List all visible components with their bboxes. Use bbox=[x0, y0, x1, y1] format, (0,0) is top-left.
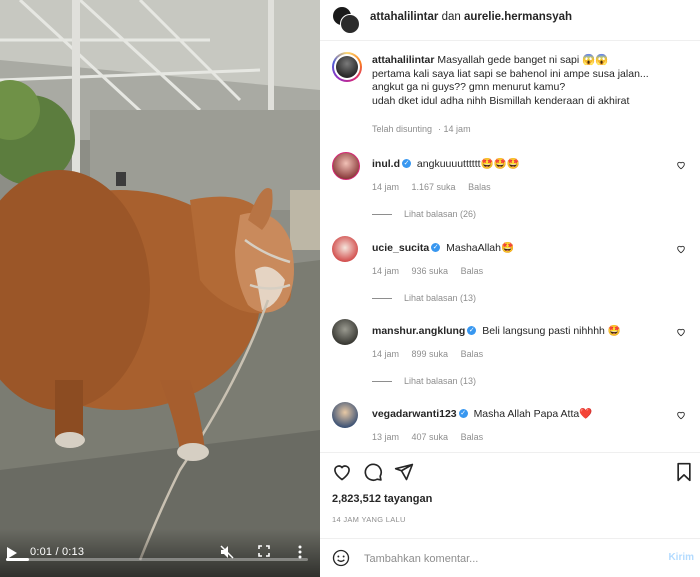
comment-meta: 13 jam 407 suka Balas bbox=[372, 432, 493, 442]
view-replies-button[interactable]: Lihat balasan (13) bbox=[372, 293, 476, 303]
comment-likes[interactable]: 1.167 suka bbox=[412, 182, 456, 192]
view-replies-button[interactable]: Lihat balasan (26) bbox=[372, 209, 476, 219]
verified-badge-icon: ✓ bbox=[402, 159, 411, 169]
video-progress-fill bbox=[6, 558, 30, 561]
comment-likes[interactable]: 936 suka bbox=[412, 266, 449, 276]
send-button[interactable]: Kirim bbox=[668, 552, 694, 563]
comment-likes[interactable]: 407 suka bbox=[412, 432, 449, 442]
video-time: 0:01 / 0:13 bbox=[30, 546, 85, 558]
author-username[interactable]: attahalilintar bbox=[370, 11, 438, 23]
heart-icon[interactable] bbox=[676, 244, 686, 254]
avatar[interactable] bbox=[332, 236, 358, 262]
comment-age[interactable]: 13 jam bbox=[372, 432, 399, 442]
avatar[interactable] bbox=[332, 152, 360, 180]
avatar bbox=[340, 14, 360, 34]
post-actions: 2,823,512 tayangan 14 JAM YANG LALU Kiri… bbox=[320, 452, 700, 577]
avatar[interactable] bbox=[332, 402, 358, 428]
emoji-icon[interactable] bbox=[332, 549, 350, 567]
comment-age[interactable]: 14 jam bbox=[372, 182, 399, 192]
caption-age[interactable]: 14 jam bbox=[444, 124, 471, 134]
view-replies-label: Lihat balasan (13) bbox=[404, 376, 477, 386]
video-progress-bar[interactable] bbox=[6, 558, 308, 561]
heart-icon[interactable] bbox=[676, 410, 686, 420]
reply-button[interactable]: Balas bbox=[461, 349, 484, 359]
author-joiner: dan bbox=[441, 11, 461, 23]
view-replies-label: Lihat balasan (26) bbox=[404, 209, 477, 219]
reply-button[interactable]: Balas bbox=[461, 266, 484, 276]
video-player[interactable]: 0:01 / 0:13 bbox=[0, 0, 320, 577]
volume-muted-icon[interactable] bbox=[220, 545, 234, 559]
caption-meta: Telah disunting · 14 jam bbox=[372, 124, 471, 134]
reply-button[interactable]: Balas bbox=[468, 182, 491, 192]
caption-text: attahalilintar Masyallah gede banget ni … bbox=[372, 54, 692, 108]
verified-badge-icon: ✓ bbox=[467, 326, 477, 336]
heart-icon[interactable] bbox=[676, 160, 686, 170]
comment-username[interactable]: manshur.angklung bbox=[372, 325, 465, 337]
comment-username[interactable]: ucie_sucita bbox=[372, 242, 429, 254]
comment-age[interactable]: 14 jam bbox=[372, 349, 399, 359]
avatar[interactable] bbox=[332, 319, 358, 345]
caption-line: udah dket idul adha nihh Bismillah kende… bbox=[372, 94, 630, 107]
comment-text-line: ucie_sucita ✓ MashaAllah🤩 bbox=[372, 241, 514, 254]
verified-badge-icon: ✓ bbox=[458, 409, 468, 419]
caption-line: Masyallah gede banget ni sapi 😱😱 bbox=[437, 54, 609, 66]
post-authors: attahalilintar dan aurelie.hermansyah bbox=[370, 11, 572, 23]
bookmark-icon[interactable] bbox=[674, 462, 694, 482]
reply-button[interactable]: Balas bbox=[461, 432, 484, 442]
comment-text: MashaAllah🤩 bbox=[446, 242, 515, 254]
comment-icon[interactable] bbox=[363, 462, 383, 482]
view-replies-button[interactable]: Lihat balasan (13) bbox=[372, 376, 476, 386]
comment-age[interactable]: 14 jam bbox=[372, 266, 399, 276]
comment-meta: 14 jam 1.167 suka Balas bbox=[372, 182, 501, 192]
collab-avatars[interactable] bbox=[332, 6, 360, 34]
heart-icon[interactable] bbox=[332, 462, 352, 482]
heart-icon[interactable] bbox=[676, 327, 686, 337]
caption-username[interactable]: attahalilintar bbox=[372, 54, 434, 66]
fullscreen-icon[interactable] bbox=[258, 545, 270, 557]
post-date[interactable]: 14 JAM YANG LALU bbox=[332, 515, 406, 524]
share-icon[interactable] bbox=[394, 462, 414, 482]
post-side-panel: attahalilintar dan aurelie.hermansyah at… bbox=[320, 0, 700, 577]
edited-label: Telah disunting bbox=[372, 124, 433, 134]
add-comment-bar: Kirim bbox=[320, 538, 700, 577]
comment-text: angkuuuutttttt🤩🤩🤩 bbox=[416, 158, 520, 170]
verified-badge-icon: ✓ bbox=[431, 243, 441, 253]
comment-likes[interactable]: 899 suka bbox=[412, 349, 449, 359]
comment-username[interactable]: vegadarwanti123 bbox=[372, 408, 457, 420]
view-count[interactable]: 2,823,512 tayangan bbox=[332, 493, 432, 505]
view-replies-label: Lihat balasan (13) bbox=[404, 293, 477, 303]
comment-text-line: manshur.angklung ✓ Beli langsung pasti ni… bbox=[372, 324, 621, 337]
comment-text-line: vegadarwanti123 ✓ Masha Allah Papa Atta❤️ bbox=[372, 407, 592, 420]
comment-username[interactable]: inul.d bbox=[372, 158, 400, 170]
comment-meta: 14 jam 899 suka Balas bbox=[372, 349, 493, 359]
avatar[interactable] bbox=[332, 52, 362, 82]
comment-text-line: inul.d ✓ angkuuuutttttt🤩🤩🤩 bbox=[372, 157, 520, 170]
caption-line: angkut ga ni guys?? gmn menurut kamu? bbox=[372, 81, 566, 93]
post-header: attahalilintar dan aurelie.hermansyah bbox=[320, 0, 700, 41]
video-controls: 0:01 / 0:13 bbox=[0, 529, 320, 577]
author-username[interactable]: aurelie.hermansyah bbox=[464, 11, 572, 23]
comment-text: Beli langsung pasti nihhhh 🤩 bbox=[482, 325, 621, 337]
comment-meta: 14 jam 936 suka Balas bbox=[372, 266, 493, 276]
video-frame bbox=[0, 0, 320, 577]
comment-input[interactable] bbox=[362, 548, 636, 570]
caption-line: pertama kali saya liat sapi se bahenol i… bbox=[372, 67, 649, 80]
comment-text: Masha Allah Papa Atta❤️ bbox=[473, 408, 593, 420]
